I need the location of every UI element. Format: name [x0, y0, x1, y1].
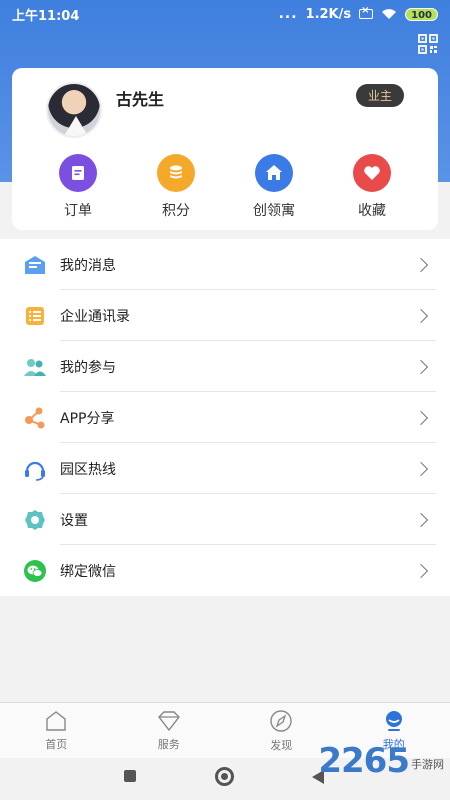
- order-icon: [59, 154, 97, 192]
- menu-item-label: 绑定微信: [60, 563, 116, 580]
- chevron-right-icon: [413, 512, 429, 527]
- profile-card: 古先生 业主 订单 积分 创领寓 收藏: [12, 68, 438, 230]
- menu-item-contacts[interactable]: 企业通讯录: [0, 290, 450, 341]
- chevron-right-icon: [413, 461, 429, 476]
- wifi-icon: [382, 9, 397, 19]
- status-time: 上午11:04: [12, 8, 80, 24]
- sim-icon: [359, 5, 374, 19]
- quick-action-orders[interactable]: 订单: [38, 154, 118, 220]
- coins-icon: [157, 154, 195, 192]
- menu-item-hotline[interactable]: 园区热线: [0, 443, 450, 494]
- menu-item-label: 园区热线: [60, 461, 116, 478]
- diamond-icon: [157, 710, 180, 731]
- quick-action-label: 积分: [162, 203, 190, 219]
- participation-icon: [22, 354, 48, 380]
- qr-scan-icon[interactable]: [418, 34, 438, 54]
- quick-action-favorites[interactable]: 收藏: [332, 154, 412, 220]
- tab-services[interactable]: 服务: [113, 703, 226, 758]
- menu-list: 我的消息 企业通讯录 我的参与 APP分享 园区热线 设置 绑定微信: [0, 239, 450, 596]
- quick-action-label: 创领寓: [253, 203, 295, 219]
- menu-item-label: 我的参与: [60, 359, 116, 376]
- menu-item-app-share[interactable]: APP分享: [0, 392, 450, 443]
- status-indicators: ... 1.2K/s 100: [278, 5, 438, 22]
- tab-home[interactable]: 首页: [0, 703, 113, 758]
- menu-item-label: 企业通讯录: [60, 308, 130, 325]
- quick-action-label: 订单: [64, 203, 92, 219]
- status-bar: 上午11:04 ... 1.2K/s 100: [0, 0, 450, 28]
- menu-item-label: APP分享: [60, 410, 115, 427]
- settings-icon: [22, 507, 48, 533]
- avatar[interactable]: [46, 82, 102, 138]
- profile-icon: [385, 710, 402, 731]
- chevron-right-icon: [413, 257, 429, 272]
- headset-icon: [22, 456, 48, 482]
- battery-indicator: 100: [405, 7, 438, 21]
- watermark-text: 手游网: [411, 758, 444, 771]
- tab-label: 发现: [270, 738, 293, 752]
- status-dots: ...: [278, 6, 298, 22]
- heart-icon: [353, 154, 391, 192]
- compass-icon: [270, 709, 292, 732]
- quick-action-apartment[interactable]: 创领寓: [234, 154, 314, 220]
- menu-item-settings[interactable]: 设置: [0, 494, 450, 545]
- user-name: 古先生: [116, 90, 165, 109]
- menu-item-label: 设置: [60, 512, 88, 529]
- message-icon: [22, 252, 48, 278]
- tab-label: 首页: [45, 737, 68, 751]
- quick-action-points[interactable]: 积分: [136, 154, 216, 220]
- chevron-right-icon: [413, 359, 429, 374]
- wechat-icon: [22, 558, 48, 584]
- quick-action-label: 收藏: [358, 203, 386, 219]
- menu-item-messages[interactable]: 我的消息: [0, 239, 450, 290]
- watermark-number: 2265: [318, 741, 410, 781]
- menu-item-bind-wechat[interactable]: 绑定微信: [0, 545, 450, 596]
- contacts-icon: [22, 303, 48, 329]
- role-badge: 业主: [355, 84, 404, 107]
- network-speed: 1.2K/s: [305, 6, 352, 22]
- menu-item-participation[interactable]: 我的参与: [0, 341, 450, 392]
- home-button[interactable]: [215, 767, 234, 786]
- watermark: 2265 手游网: [318, 744, 444, 778]
- tab-label: 服务: [157, 737, 180, 751]
- chevron-right-icon: [413, 410, 429, 425]
- home-outline-icon: [46, 710, 66, 731]
- home-icon: [255, 154, 293, 192]
- chevron-right-icon: [413, 308, 429, 323]
- menu-item-label: 我的消息: [60, 257, 116, 274]
- chevron-right-icon: [413, 563, 429, 578]
- share-icon: [22, 405, 48, 431]
- recents-button[interactable]: [124, 770, 136, 782]
